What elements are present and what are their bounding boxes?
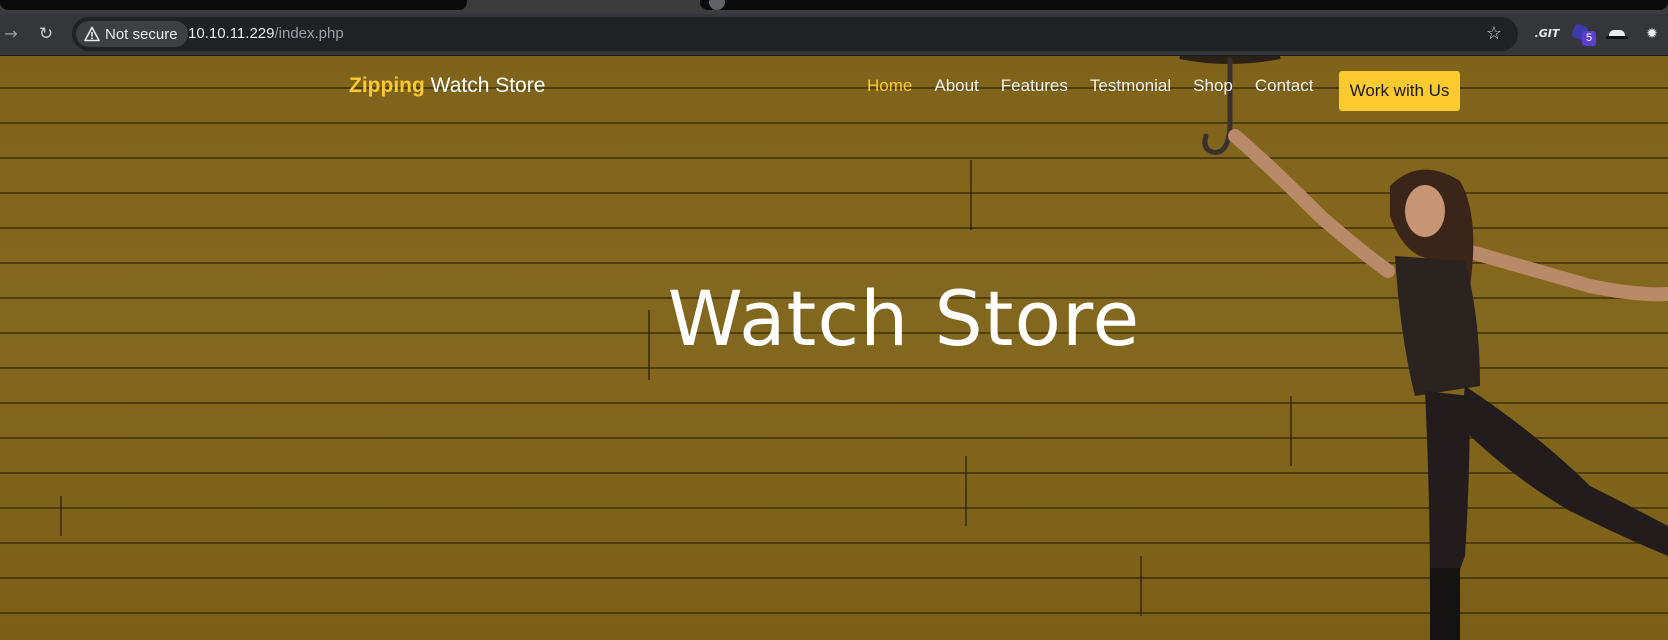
nav-shop[interactable]: Shop [1193, 76, 1233, 96]
brand-name: Watch Store [424, 74, 546, 97]
extensions-icon[interactable]: ✹ [1640, 23, 1664, 45]
nav-features[interactable]: Features [1001, 76, 1068, 96]
star-icon[interactable]: ☆ [1484, 24, 1504, 44]
url-text[interactable]: 10.10.11.229/index.php [188, 17, 344, 51]
address-bar[interactable]: Not secure 10.10.11.229/index.php ☆ [72, 17, 1518, 51]
security-label: Not secure [105, 25, 178, 43]
nav-testimonial[interactable]: Testmonial [1090, 76, 1171, 96]
hero-title-text: Watch Store [667, 274, 1141, 363]
git-extension-icon[interactable]: .GIT [1534, 23, 1560, 45]
extension-badge: 5 [1582, 31, 1596, 46]
brand-accent: Zipping [349, 74, 425, 97]
url-host: 10.10.11.229 [188, 25, 275, 42]
forward-icon[interactable]: → [0, 23, 22, 45]
site-logo[interactable]: Zipping Watch Store [349, 74, 545, 98]
work-with-us-button[interactable]: Work with Us [1339, 71, 1460, 111]
nav-contact[interactable]: Contact [1255, 76, 1314, 96]
wappalyzer-extension-icon[interactable]: 5 [1569, 23, 1597, 46]
security-chip[interactable]: Not secure [76, 21, 188, 47]
hat-extension-icon[interactable] [1605, 23, 1629, 45]
hero-title: Watch Store [0, 274, 1668, 363]
reload-icon[interactable]: ↻ [35, 23, 57, 45]
browser-tab[interactable] [0, 0, 467, 10]
browser-toolbar: → ↻ Not secure 10.10.11.229/index.php ☆ … [0, 14, 1668, 56]
hat-brim [1606, 36, 1628, 39]
warning-icon [84, 26, 100, 42]
nav-home[interactable]: Home [867, 76, 912, 96]
nav-about[interactable]: About [934, 76, 978, 96]
main-nav: Home About Features Testmonial Shop Cont… [867, 76, 1335, 96]
git-extension-label: .GIT [1534, 27, 1560, 40]
page-viewport: Zipping Watch Store Home About Features … [0, 56, 1668, 640]
url-path: /index.php [274, 25, 344, 42]
browser-tab[interactable] [700, 0, 1668, 10]
tab-strip [0, 0, 1668, 14]
